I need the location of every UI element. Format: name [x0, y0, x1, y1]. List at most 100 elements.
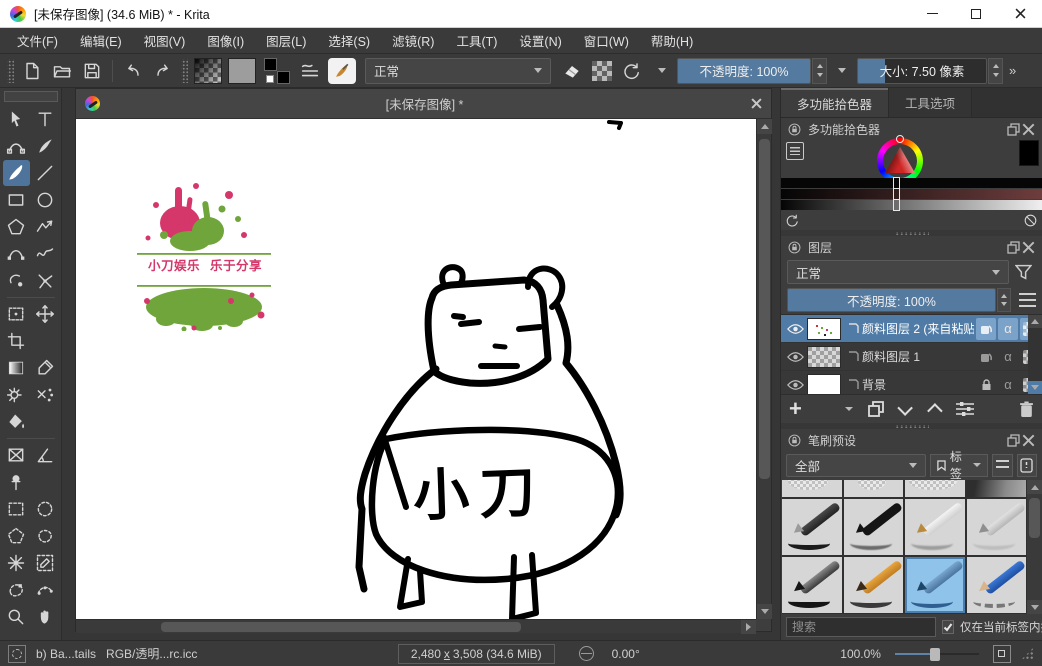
layer-row-paint-2[interactable]: 颜料图层 2 (来自粘贴) α — [781, 315, 1042, 343]
pattern-swatch[interactable] — [228, 58, 256, 84]
layer-list-scrollbar[interactable] — [1028, 315, 1042, 394]
visibility-eye-icon[interactable] — [783, 379, 807, 391]
canvas-vertical-scrollbar[interactable] — [756, 119, 771, 619]
tool-polygon-select[interactable] — [3, 523, 30, 549]
rotation-dial-icon[interactable] — [579, 646, 594, 661]
menu-tools[interactable]: 工具(T) — [445, 27, 508, 54]
vertical-scroll-thumb[interactable] — [759, 139, 770, 479]
redo-button[interactable] — [150, 58, 176, 84]
close-button[interactable] — [998, 0, 1042, 28]
menu-window[interactable]: 窗口(W) — [573, 27, 640, 54]
toolbar-grip[interactable] — [181, 59, 188, 83]
tool-bezier-curve[interactable] — [3, 241, 30, 267]
move-layer-up-button[interactable] — [928, 397, 939, 421]
foreground-background-colors[interactable] — [263, 58, 291, 84]
layer-filter-button[interactable] — [1015, 264, 1032, 280]
add-layer-dropdown[interactable] — [845, 407, 853, 411]
tool-line[interactable] — [32, 160, 59, 186]
panel-float-button[interactable] — [1006, 122, 1021, 137]
slider-handle[interactable] — [930, 648, 940, 661]
layer-blend-mode-select[interactable]: 正常 — [787, 260, 1009, 284]
scroll-down-button[interactable] — [1028, 381, 1042, 394]
color-history-button[interactable] — [786, 142, 804, 160]
menu-settings[interactable]: 设置(N) — [508, 27, 572, 54]
size-spinner[interactable] — [988, 58, 1003, 84]
brush-preset-soft-pen[interactable] — [967, 499, 1027, 555]
tool-crop[interactable] — [3, 328, 30, 354]
preserve-alpha-button[interactable] — [589, 58, 615, 84]
tool-move[interactable] — [32, 301, 59, 327]
layer-lock-icon[interactable] — [976, 374, 996, 395]
tab-tool-options[interactable]: 工具选项 — [888, 88, 972, 117]
document-tab-bar[interactable]: [未保存图像] * — [76, 89, 771, 119]
layer-thumbnail[interactable] — [807, 318, 841, 340]
tool-contiguous-select[interactable] — [3, 550, 30, 576]
reload-dropdown[interactable] — [650, 58, 666, 84]
current-brush-label[interactable]: b) Ba...tails — [36, 647, 96, 661]
scroll-right-button[interactable] — [741, 620, 756, 634]
blend-mode-select[interactable]: 正常 — [365, 58, 551, 84]
duplicate-layer-button[interactable] — [867, 397, 885, 421]
brush-grid-scrollbar[interactable] — [1027, 480, 1042, 614]
horizontal-scroll-thumb[interactable] — [161, 622, 521, 632]
window-resize-grip[interactable] — [1021, 647, 1034, 660]
color-profile-label[interactable]: RGB/透明...rc.icc — [106, 645, 197, 662]
scroll-down-button[interactable] — [757, 604, 772, 619]
panel-lock-icon[interactable] — [787, 433, 802, 448]
tool-transform[interactable] — [3, 301, 30, 327]
tool-edit-shapes[interactable] — [3, 133, 30, 159]
opacity-spinner[interactable] — [812, 58, 827, 84]
fit-zoom-button[interactable] — [993, 645, 1011, 663]
menu-layer[interactable]: 图层(L) — [255, 27, 317, 54]
brush-preset-paintbrush-orange[interactable] — [844, 557, 904, 613]
panel-lock-icon[interactable] — [787, 240, 802, 255]
tool-pattern-edit[interactable] — [3, 382, 30, 408]
menu-view[interactable]: 视图(V) — [133, 27, 197, 54]
tool-shape-select[interactable] — [3, 106, 30, 132]
alpha-lock-toggle[interactable]: α — [998, 346, 1018, 368]
hue-marker[interactable] — [896, 135, 904, 143]
toolbox-drag-handle[interactable] — [4, 91, 58, 102]
tool-polyline[interactable] — [32, 214, 59, 240]
canvas[interactable]: 小刀娱乐 乐于分享 — [76, 119, 756, 619]
tool-color-sampler[interactable] — [32, 355, 59, 381]
toolbar-grip[interactable] — [7, 59, 14, 83]
tool-rectangle[interactable] — [3, 187, 30, 213]
menu-image[interactable]: 图像(I) — [196, 27, 255, 54]
tags-button[interactable]: 标签 — [930, 454, 988, 477]
tool-assistants[interactable] — [3, 469, 30, 495]
add-layer-button[interactable]: + — [789, 397, 802, 421]
layer-properties-button[interactable] — [955, 397, 975, 421]
tool-ellipse-select[interactable] — [32, 496, 59, 522]
tab-advanced-color-selector[interactable]: 多功能拾色器 — [781, 88, 888, 117]
tool-smart-patch[interactable] — [32, 382, 59, 408]
menu-help[interactable]: 帮助(H) — [640, 27, 704, 54]
layer-thumbnail[interactable] — [807, 346, 841, 368]
layer-row-paint-1[interactable]: 颜料图层 1 α — [781, 343, 1042, 371]
scroll-up-button[interactable] — [1028, 315, 1042, 328]
tool-zoom[interactable] — [3, 604, 30, 630]
tool-multibrush[interactable] — [32, 268, 59, 294]
panel-lock-icon[interactable] — [787, 122, 802, 137]
gradient-swatch[interactable] — [194, 58, 222, 84]
opacity-dropdown[interactable] — [830, 58, 846, 84]
open-document-button[interactable] — [49, 58, 75, 84]
inherit-alpha-toggle[interactable] — [976, 318, 996, 340]
brush-preset-paintbrush-dark[interactable] — [782, 557, 842, 613]
brush-preset[interactable] — [905, 480, 965, 497]
minimize-button[interactable] — [910, 0, 954, 28]
zoom-slider[interactable] — [895, 647, 979, 661]
tool-text[interactable] — [32, 106, 59, 132]
tool-similar-select[interactable] — [32, 550, 59, 576]
value-strip[interactable] — [781, 178, 1042, 188]
brush-display-mode-button[interactable] — [992, 454, 1012, 477]
panel-float-button[interactable] — [1006, 433, 1021, 448]
brush-preset[interactable] — [844, 480, 904, 497]
brush-size-slider[interactable]: 大小: 7.50 像素 — [857, 58, 987, 84]
tool-pan[interactable] — [32, 604, 59, 630]
brush-filter-select[interactable]: 全部 — [786, 454, 926, 477]
layer-menu-button[interactable] — [1019, 293, 1036, 307]
tool-dynamic-brush[interactable] — [3, 268, 30, 294]
brush-preset-marker[interactable] — [844, 499, 904, 555]
brush-preset[interactable] — [967, 480, 1027, 497]
